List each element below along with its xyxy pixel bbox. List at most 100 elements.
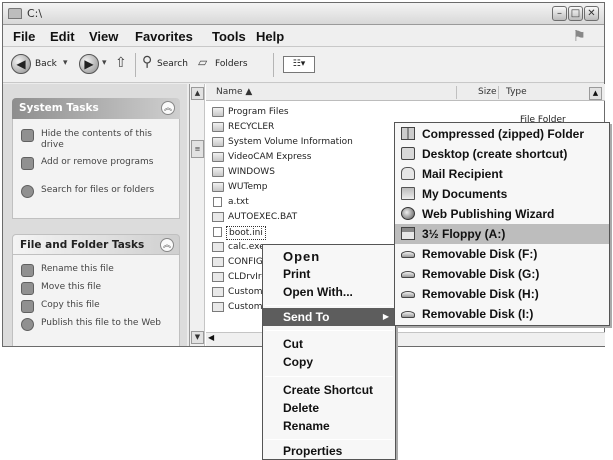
scroll-down-arrow-icon[interactable]: ▼ (191, 331, 204, 344)
search-button[interactable]: Search (157, 59, 188, 69)
column-name[interactable]: Name ▲ (216, 87, 252, 97)
title-bar[interactable]: C:\ – □ ✕ (3, 3, 604, 25)
task-publish-web[interactable]: Publish this file to the Web (21, 318, 171, 342)
mail-icon (401, 167, 415, 180)
task-label: Hide the contents of this drive (41, 129, 152, 150)
minimize-button[interactable]: – (552, 6, 567, 21)
disk-icon (401, 271, 415, 278)
menu-favorites[interactable]: Favorites (135, 29, 193, 44)
disk-icon (401, 251, 415, 258)
collapse-chevron-icon[interactable]: ︽ (160, 238, 174, 252)
scroll-up-arrow-icon[interactable]: ▲ (191, 87, 204, 100)
send-to-item[interactable]: Removable Disk (G:) (395, 264, 609, 284)
up-folder-icon[interactable]: ⇧ (115, 55, 127, 71)
file-name: AUTOEXEC.BAT (228, 212, 298, 222)
menu-file[interactable]: File (13, 29, 35, 44)
menu-item-label: Send To (283, 310, 330, 324)
file-icon (212, 257, 224, 267)
maximize-button[interactable]: □ (568, 6, 583, 21)
task-hide-drive-contents[interactable]: Hide the contents of this drive (21, 129, 171, 153)
send-to-item[interactable]: Web Publishing Wizard (395, 204, 609, 224)
web-icon (401, 207, 415, 220)
context-properties[interactable]: Properties (263, 442, 395, 460)
column-divider[interactable] (456, 86, 457, 99)
column-header: Name ▲ Size Type (206, 84, 605, 101)
send-to-label: Web Publishing Wizard (422, 207, 555, 221)
menu-item-label: Create Shortcut (283, 383, 374, 397)
file-icon (212, 242, 224, 252)
task-search-files[interactable]: Search for files or folders (21, 185, 171, 209)
views-button[interactable]: ☷▾ (283, 56, 315, 73)
menu-separator (265, 305, 393, 306)
file-folder-tasks-header[interactable]: File and Folder Tasks ︽ (12, 234, 180, 255)
forward-arrow-icon[interactable]: ▶ (79, 54, 99, 74)
disk-icon (401, 311, 415, 318)
task-add-remove-programs[interactable]: Add or remove programs (21, 157, 171, 181)
context-copy[interactable]: Copy (263, 353, 395, 371)
drive-icon (8, 8, 22, 19)
window-title: C:\ (27, 7, 43, 20)
column-type[interactable]: Type (506, 87, 527, 97)
task-copy-file[interactable]: Copy this file (21, 300, 171, 314)
file-icon (212, 272, 224, 282)
task-label: Search for files or folders (41, 185, 155, 195)
send-to-item[interactable]: Mail Recipient (395, 164, 609, 184)
back-arrow-icon[interactable]: ◀ (11, 54, 31, 74)
windows-logo-icon: ⚑ (572, 27, 586, 45)
move-icon (21, 282, 34, 295)
send-to-item[interactable]: Removable Disk (I:) (395, 304, 609, 324)
menu-edit[interactable]: Edit (50, 29, 75, 44)
forward-dropdown-icon[interactable]: ▾ (102, 58, 107, 68)
task-label: Add or remove programs (41, 157, 154, 167)
context-menu: Open Print Open With... Send To ▶ Cut Co… (262, 244, 396, 460)
send-to-item[interactable]: Desktop (create shortcut) (395, 144, 609, 164)
task-label: Publish this file to the Web (41, 318, 161, 328)
menu-item-label: Delete (283, 401, 320, 415)
send-to-label: Desktop (create shortcut) (422, 147, 568, 161)
scrollbar-thumb[interactable]: ≡ (191, 140, 204, 158)
send-to-label: Removable Disk (G:) (422, 267, 540, 281)
back-dropdown-icon[interactable]: ▾ (63, 58, 68, 68)
send-to-label: Removable Disk (F:) (422, 247, 538, 261)
menu-help[interactable]: Help (256, 29, 284, 44)
file-name: CONFIG (228, 257, 263, 267)
context-open-with[interactable]: Open With... (263, 283, 395, 301)
system-tasks-header[interactable]: System Tasks ︽ (12, 98, 180, 119)
task-rename-file[interactable]: Rename this file (21, 264, 171, 278)
back-button[interactable]: Back (35, 59, 57, 69)
search-icon (21, 185, 34, 198)
right-scroll-up-arrow-icon[interactable]: ▲ (589, 87, 602, 100)
collapse-chevron-icon[interactable]: ︽ (161, 101, 175, 115)
folders-button[interactable]: Folders (215, 59, 248, 69)
context-print[interactable]: Print (263, 265, 395, 283)
context-cut[interactable]: Cut (263, 335, 395, 353)
programs-icon (21, 157, 34, 170)
send-to-label: 3½ Floppy (A:) (422, 227, 506, 241)
folders-icon[interactable]: ▱ (198, 55, 207, 69)
task-move-file[interactable]: Move this file (21, 282, 171, 296)
file-name: VideoCAM Express (228, 152, 312, 162)
send-to-item[interactable]: Removable Disk (H:) (395, 284, 609, 304)
menu-separator (265, 439, 393, 440)
context-open[interactable]: Open (263, 247, 395, 265)
send-to-item[interactable]: 3½ Floppy (A:) (395, 224, 609, 244)
send-to-item[interactable]: My Documents (395, 184, 609, 204)
search-icon[interactable]: ⚲ (142, 54, 152, 70)
send-to-item[interactable]: Compressed (zipped) Folder (395, 124, 609, 144)
menu-view[interactable]: View (89, 29, 118, 44)
desktop-icon (401, 147, 415, 160)
column-size[interactable]: Size (478, 87, 496, 97)
context-send-to[interactable]: Send To ▶ (263, 308, 395, 326)
send-to-item[interactable]: Removable Disk (F:) (395, 244, 609, 264)
vertical-scrollbar[interactable]: ▲ ≡ ▼ (190, 84, 205, 346)
context-create-shortcut[interactable]: Create Shortcut (263, 381, 395, 399)
send-to-submenu: Compressed (zipped) Folder Desktop (creat… (394, 122, 610, 326)
toolbar: ◀ Back ▾ ▶ ▾ ⇧ ⚲ Search ▱ Folders ☷▾ (3, 47, 604, 83)
column-divider[interactable] (498, 86, 499, 99)
context-rename[interactable]: Rename (263, 417, 395, 435)
menu-item-label: Rename (283, 419, 330, 433)
close-button[interactable]: ✕ (584, 6, 599, 21)
menu-tools[interactable]: Tools (212, 29, 246, 44)
scroll-left-arrow-icon[interactable]: ◀ (208, 333, 214, 342)
context-delete[interactable]: Delete (263, 399, 395, 417)
